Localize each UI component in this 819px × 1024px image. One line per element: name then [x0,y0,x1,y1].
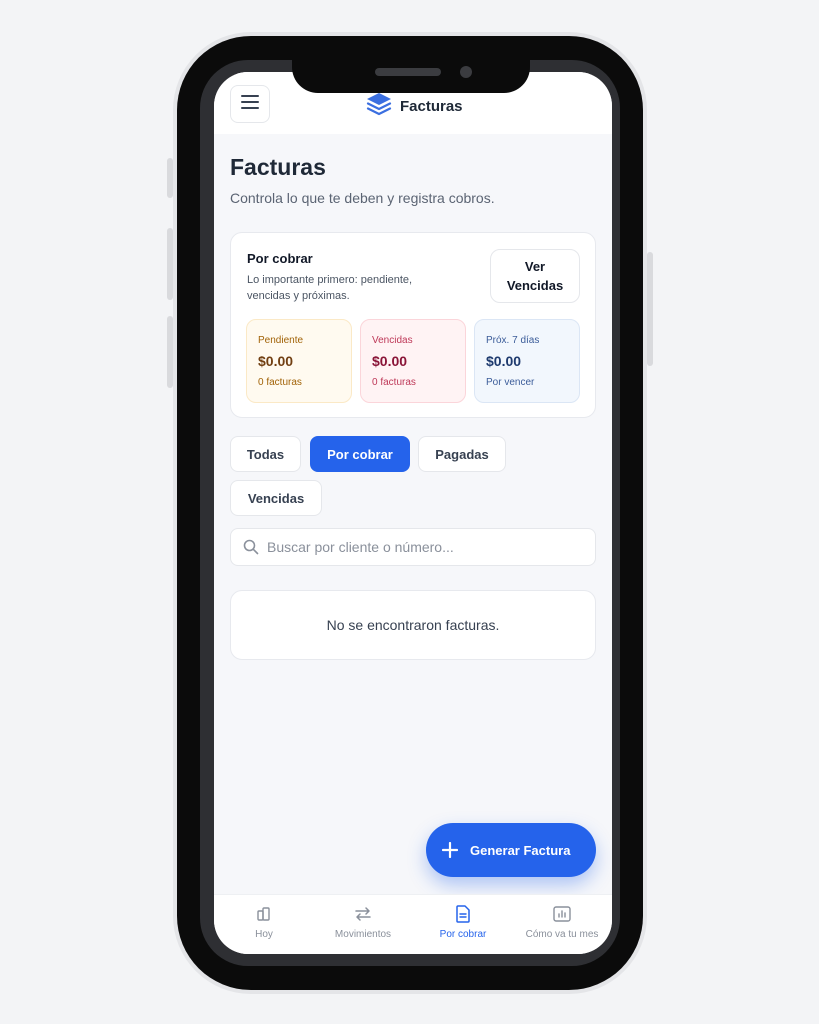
receivables-summary-card: Por cobrar Lo importante primero: pendie… [230,232,596,418]
earpiece-speaker [375,68,441,76]
volume-down-button [167,316,173,388]
overdue-stat-card: Vencidas $0.00 0 facturas [360,319,466,403]
pending-stat-card: Pendiente $0.00 0 facturas [246,319,352,403]
stat-note: 0 facturas [258,377,302,388]
filter-chip-vencidas[interactable]: Vencidas [230,480,322,516]
filter-chip-pagadas[interactable]: Pagadas [418,436,506,472]
bottom-navigation: Hoy Movimientos Por cobrar Cómo va tu me… [214,894,612,954]
generate-invoice-label: Generar Factura [470,842,571,858]
filter-chip-todas[interactable]: Todas [230,436,301,472]
nav-label: Por cobrar [439,929,487,940]
nav-item-por-cobrar[interactable]: Por cobrar [413,903,513,949]
stat-note: Por vencer [486,377,535,388]
summary-description: Lo importante primero: pendiente, vencid… [247,274,413,302]
nav-item-como-va-tu-mes[interactable]: Cómo va tu mes [512,903,612,949]
stat-label: Vencidas [372,335,413,346]
brand-title: Facturas [400,98,463,115]
nav-item-movimientos[interactable]: Movimientos [313,903,413,949]
nav-label: Hoy [255,929,273,940]
stat-value: $0.00 [486,353,522,369]
document-icon [452,903,474,925]
view-overdue-button[interactable]: Ver Vencidas [490,249,580,303]
plus-icon [442,842,458,858]
nav-label: Cómo va tu mes [525,929,599,940]
stat-label: Próx. 7 días [486,335,540,346]
nav-label: Movimientos [334,929,392,940]
chart-icon [551,903,573,925]
power-button [647,252,653,366]
front-camera [460,66,472,78]
filter-chip-por-cobrar[interactable]: Por cobrar [310,436,410,472]
empty-state-card: No se encontraron facturas. [230,590,596,660]
empty-state-message: No se encontraron facturas. [326,617,500,633]
stat-note: 0 facturas [372,377,416,388]
search-bar [230,528,596,566]
app-screen: Facturas Facturas Controla lo que te deb… [214,72,612,954]
page-title: Facturas [230,154,326,180]
menu-button[interactable] [230,85,270,123]
volume-up-button [167,228,173,300]
hamburger-menu-icon [241,94,259,114]
generate-invoice-button[interactable]: Generar Factura [426,823,596,877]
page-subtitle: Controla lo que te deben y registra cobr… [230,190,495,206]
stat-value: $0.00 [372,353,408,369]
layers-logo-icon [366,92,392,121]
home-icon [253,903,275,925]
mute-switch [167,158,173,198]
stat-value: $0.00 [258,353,294,369]
brand: Facturas [366,92,463,121]
search-icon [243,539,259,555]
nav-item-hoy[interactable]: Hoy [214,903,314,949]
summary-title: Por cobrar [247,251,313,266]
upcoming-stat-card: Próx. 7 días $0.00 Por vencer [474,319,580,403]
swap-icon [352,903,374,925]
stat-label: Pendiente [258,335,304,346]
search-input[interactable] [267,530,567,564]
